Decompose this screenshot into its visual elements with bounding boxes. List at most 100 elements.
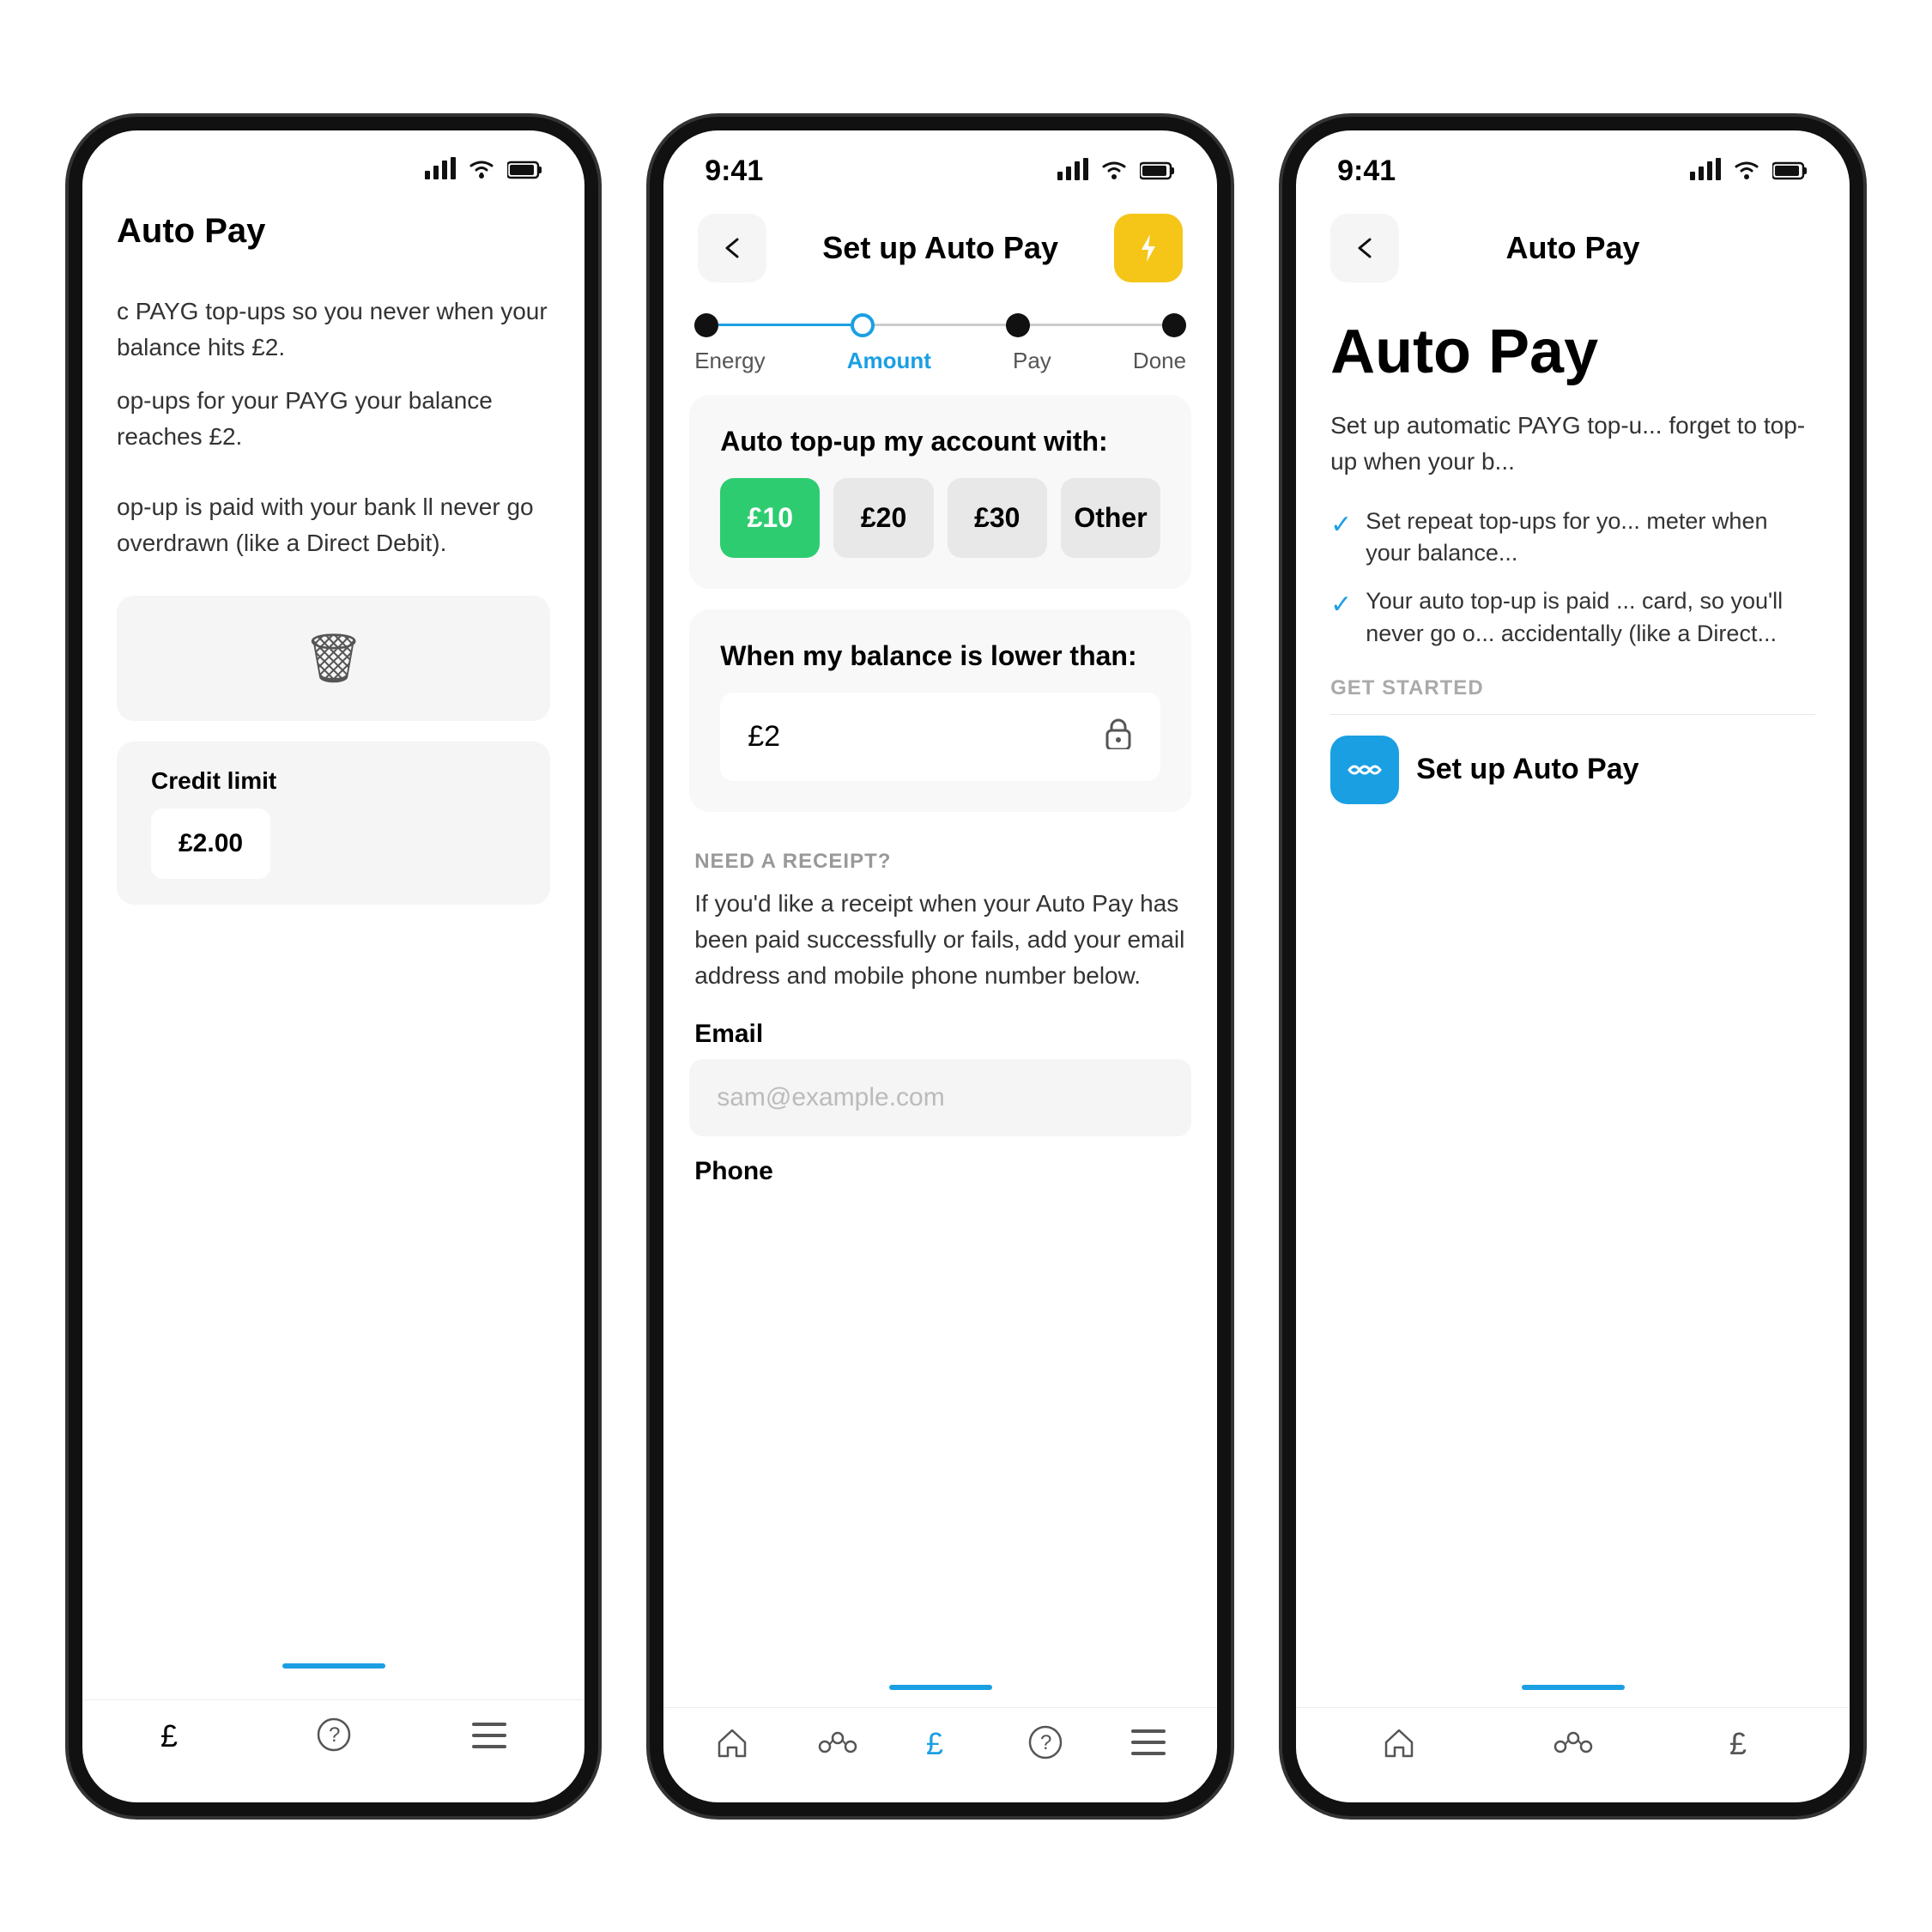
wifi-icon	[466, 154, 497, 186]
left-desc1: c PAYG top-ups so you never when your ba…	[117, 294, 550, 366]
step-label-energy: Energy	[694, 348, 765, 374]
step-label-amount: Amount	[847, 348, 931, 374]
check-text-1: Set repeat top-ups for yo... meter when …	[1366, 506, 1815, 571]
svg-text:£: £	[160, 1718, 178, 1752]
phone-center: 9:41 Set up Auto Pay	[650, 117, 1231, 1816]
big-title: Auto Pay	[1330, 317, 1815, 387]
bottom-nav-home-right[interactable]	[1382, 1725, 1416, 1759]
amount-10[interactable]: £10	[720, 478, 820, 558]
bottom-nav-help-center[interactable]: ?	[1028, 1725, 1063, 1759]
svg-text:?: ?	[329, 1723, 340, 1747]
credit-limit-label: Credit limit	[151, 767, 516, 795]
scene: Auto Pay c PAYG top-ups so you never whe…	[0, 0, 1932, 1932]
signal-icon	[425, 154, 456, 186]
check-item-1: ✓ Set repeat top-ups for yo... meter whe…	[1330, 506, 1815, 571]
left-page-title: Auto Pay	[117, 212, 265, 251]
status-time-center: 9:41	[705, 154, 763, 188]
delete-card: 🗑	[117, 596, 550, 721]
bottom-nav-payment[interactable]: £	[160, 1717, 195, 1759]
amount-30[interactable]: £30	[948, 478, 1047, 558]
step-label-pay: Pay	[1013, 348, 1051, 374]
receipt-label: NEED A RECEIPT?	[694, 850, 1186, 874]
bottom-nav-payment-right[interactable]: £	[1729, 1725, 1764, 1759]
step-dot-pay	[1006, 313, 1030, 337]
nav-header-left: Auto Pay	[82, 195, 584, 268]
bottom-indicator-right	[1522, 1685, 1625, 1690]
bottom-nav-left: £ ?	[82, 1699, 584, 1802]
wifi-icon-center	[1099, 155, 1130, 187]
help-icon: ?	[317, 1717, 351, 1759]
receipt-desc: If you'd like a receipt when your Auto P…	[694, 886, 1186, 994]
right-content: Auto Pay Set up automatic PAYG top-u... …	[1296, 300, 1850, 1685]
center-nav-title: Set up Auto Pay	[822, 230, 1058, 266]
signal-icon-center	[1057, 155, 1088, 187]
stepper: Energy Amount Pay Done	[663, 300, 1217, 374]
credit-limit-value: £2.00	[151, 809, 270, 879]
left-desc2: op-ups for your PAYG your balance reache…	[117, 383, 550, 455]
status-bar-center: 9:41	[663, 130, 1217, 197]
right-description: Set up automatic PAYG top-u... forget to…	[1330, 408, 1815, 480]
email-label: Email	[663, 1020, 1217, 1049]
back-button-center[interactable]	[698, 214, 766, 282]
bottom-nav-home[interactable]	[715, 1725, 749, 1759]
topup-card-title: Auto top-up my account with:	[720, 426, 1160, 457]
bottom-indicator-left	[282, 1663, 385, 1669]
phone-right: 9:41 Auto Pay Auto Pay Set up	[1282, 117, 1863, 1816]
lock-icon	[1104, 717, 1133, 757]
check-text-2: Your auto top-up is paid ... card, so yo…	[1366, 585, 1815, 651]
amount-20[interactable]: £20	[833, 478, 933, 558]
bottom-indicator-center	[889, 1685, 992, 1690]
step-line-1	[718, 324, 851, 326]
phone-label: Phone	[663, 1157, 1217, 1186]
signal-icon-right	[1690, 155, 1721, 187]
credit-limit-card: Credit limit £2.00	[117, 742, 550, 905]
check-icon-2: ✓	[1330, 587, 1352, 651]
bottom-nav-help[interactable]: ?	[317, 1717, 351, 1759]
action-button-center[interactable]	[1114, 214, 1183, 282]
status-icons-left	[425, 154, 543, 186]
svg-text:£: £	[926, 1726, 943, 1759]
nav-header-right: Auto Pay	[1296, 197, 1850, 300]
status-icons-center	[1057, 155, 1176, 187]
check-icon-1: ✓	[1330, 507, 1352, 571]
bottom-nav-usage-right[interactable]	[1553, 1729, 1593, 1755]
balance-input-row: £2	[720, 693, 1160, 781]
step-dot-done	[1162, 313, 1186, 337]
status-bar-right: 9:41	[1296, 130, 1850, 197]
step-line-3	[1030, 324, 1162, 326]
topup-card: Auto top-up my account with: £10 £20 £30…	[689, 395, 1191, 589]
balance-value: £2	[748, 720, 780, 754]
bottom-nav-menu-center[interactable]	[1131, 1729, 1166, 1755]
balance-card: When my balance is lower than: £2	[689, 609, 1191, 812]
bottom-nav-right: £	[1296, 1707, 1850, 1802]
status-bar-left	[82, 130, 584, 195]
left-content: c PAYG top-ups so you never when your ba…	[82, 268, 584, 1663]
step-line-2	[875, 324, 1007, 326]
menu-icon	[472, 1720, 506, 1756]
trash-icon[interactable]: 🗑	[303, 630, 364, 687]
svg-text:?: ?	[1040, 1731, 1051, 1754]
step-label-done: Done	[1133, 348, 1186, 374]
wifi-icon-right	[1731, 155, 1762, 187]
bottom-nav-payment-center[interactable]: £	[926, 1725, 960, 1759]
step-dot-amount	[851, 313, 875, 337]
amount-other[interactable]: Other	[1061, 478, 1160, 558]
check-item-2: ✓ Your auto top-up is paid ... card, so …	[1330, 585, 1815, 651]
amount-options: £10 £20 £30 Other	[720, 478, 1160, 558]
phone-left: Auto Pay c PAYG top-ups so you never whe…	[69, 117, 598, 1816]
nav-header-center: Set up Auto Pay	[663, 197, 1217, 300]
receipt-section: NEED A RECEIPT? If you'd like a receipt …	[663, 833, 1217, 1020]
left-desc3: op-up is paid with your bank ll never go…	[117, 489, 550, 561]
back-button-right[interactable]	[1330, 214, 1399, 282]
infinity-icon	[1330, 736, 1399, 804]
setup-auto-pay-button[interactable]: Set up Auto Pay	[1330, 736, 1815, 804]
status-icons-right	[1690, 155, 1808, 187]
battery-icon-center	[1140, 155, 1176, 187]
get-started-label: GET STARTED	[1330, 676, 1815, 700]
balance-card-title: When my balance is lower than:	[720, 640, 1160, 672]
payment-icon: £	[160, 1717, 195, 1759]
battery-icon	[507, 154, 543, 186]
email-input[interactable]: sam@example.com	[689, 1059, 1191, 1136]
bottom-nav-menu[interactable]	[472, 1720, 506, 1756]
bottom-nav-usage[interactable]	[818, 1729, 857, 1755]
